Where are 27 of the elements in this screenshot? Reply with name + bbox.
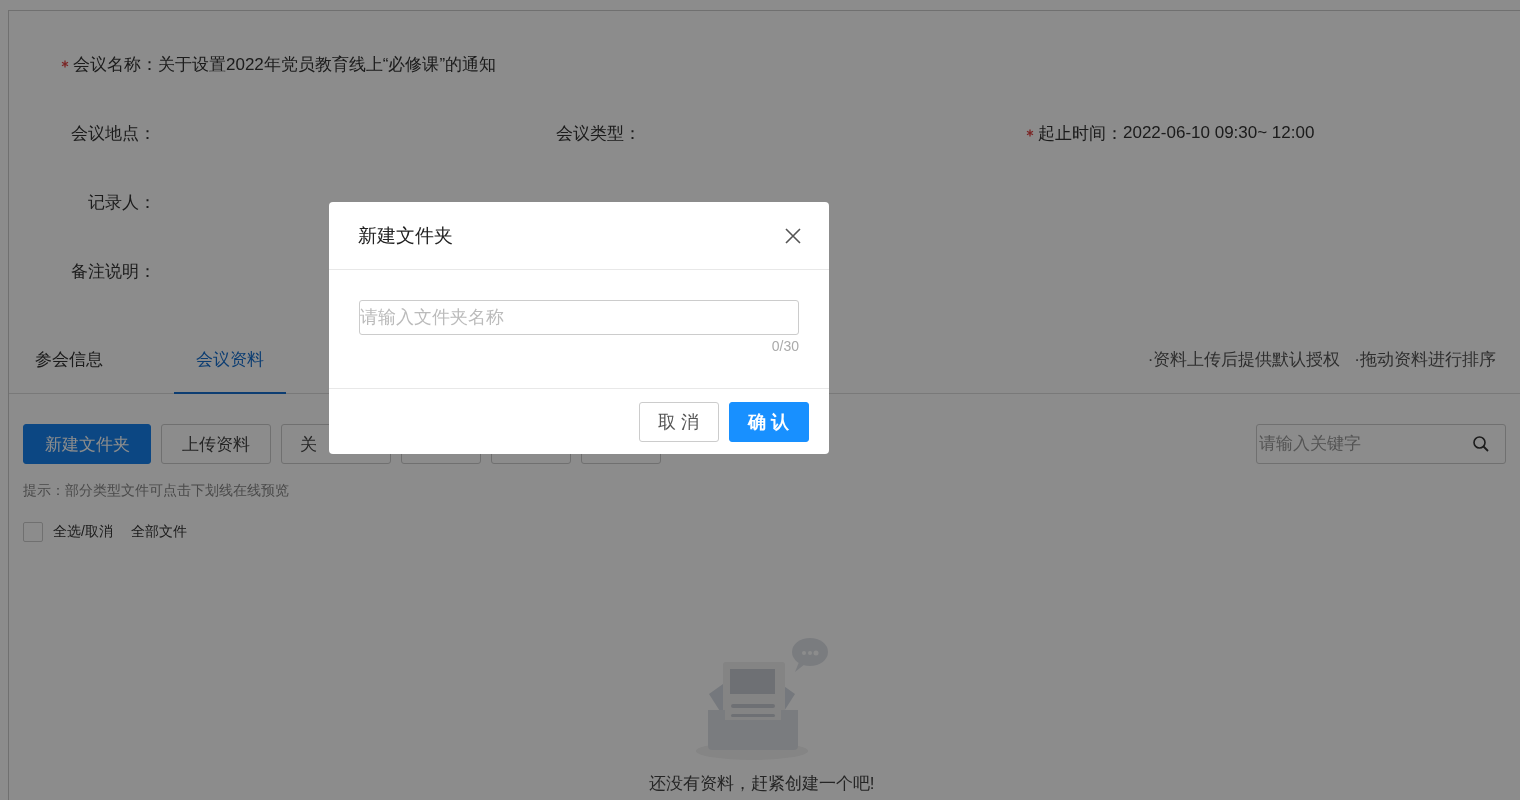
close-icon[interactable] [783, 225, 803, 246]
field-label: 记录人： [88, 191, 156, 214]
field-label: 会议名称： [73, 53, 158, 76]
dialog-title: 新建文件夹 [358, 223, 453, 248]
empty-message: 还没有资料，赶紧创建一个吧! [648, 773, 875, 795]
dialog-button[interactable]: 取 消 [639, 402, 719, 442]
field-label: 会议地点： [71, 122, 156, 145]
tip-text: ·拖动资料进行排序 [1354, 349, 1496, 371]
checkbox[interactable] [23, 522, 43, 542]
search-field[interactable]: 请输入关键字 [1256, 424, 1506, 464]
tab[interactable]: 会议资料 [174, 326, 286, 394]
toolbar-button[interactable]: 上传资料 [161, 424, 271, 464]
field-label: 起止时间： [1038, 122, 1123, 145]
hint-text: 提示：部分类型文件可点击下划线在线预览 [23, 482, 289, 500]
toolbar-button[interactable]: 新建文件夹 [23, 424, 151, 464]
field-label: 会议类型： [556, 122, 641, 145]
search-icon [1472, 435, 1490, 453]
character-counter: 0/30 [770, 338, 799, 354]
tab[interactable]: 参会信息 [17, 326, 157, 394]
folder-name-field[interactable]: 请输入文件夹名称 [359, 300, 799, 335]
field-label: 备注说明： [71, 260, 156, 283]
tip-text: ·资料上传后提供默认授权 [1147, 349, 1341, 371]
field-value: 2022-06-10 09:30~ 12:00 [1123, 123, 1315, 143]
dialog-button[interactable]: 确 认 [729, 402, 809, 442]
field-value: 关于设置2022年党员教育线上“必修课”的通知 [158, 53, 497, 76]
checkbox-label[interactable]: 全选/取消 [53, 523, 113, 541]
breadcrumb[interactable]: 全部文件 [130, 523, 187, 541]
